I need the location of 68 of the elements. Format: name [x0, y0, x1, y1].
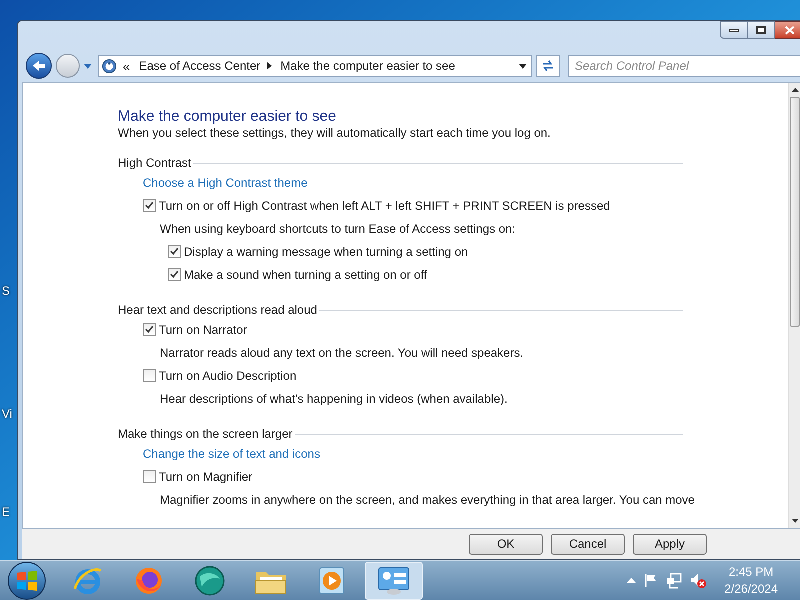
show-hidden-icons-icon[interactable]: [626, 578, 636, 583]
checkbox-label: Display a warning message when turning a setting on: [184, 244, 468, 260]
minimize-button[interactable]: [720, 21, 748, 39]
checkbox[interactable]: [143, 199, 156, 212]
page-title: Make the computer easier to see: [118, 108, 338, 126]
check-icon: [145, 325, 154, 334]
dialog-button[interactable]: Cancel: [551, 534, 625, 554]
description-text: Hear descriptions of what's happening in videos (when available).: [160, 390, 508, 408]
maximize-button[interactable]: [748, 21, 775, 39]
accessibility-icon: [102, 58, 117, 74]
search-input[interactable]: Search Control Panel: [575, 57, 800, 75]
checkbox[interactable]: [143, 470, 156, 483]
checkbox[interactable]: [143, 323, 156, 336]
check-icon: [145, 201, 154, 210]
dropdown-caret-icon[interactable]: [519, 64, 527, 68]
start-button[interactable]: [8, 562, 46, 600]
checkbox-label: Turn on Audio Description: [159, 368, 297, 384]
close-icon: [784, 26, 794, 34]
desktop-icon-label: S: [2, 283, 10, 300]
checkbox[interactable]: [143, 369, 156, 382]
muted-speaker-icon[interactable]: [690, 572, 707, 588]
chevron-right-icon[interactable]: [266, 62, 272, 70]
breadcrumb-item[interactable]: Ease of Access Center: [139, 57, 261, 75]
minimize-icon: [729, 28, 739, 32]
network-icon[interactable]: [666, 572, 682, 588]
globe-icon: [194, 564, 226, 596]
desktop-icon-label: Vi: [2, 406, 12, 423]
clock-date: 2/26/2024: [724, 580, 778, 598]
checkbox[interactable]: [168, 245, 181, 258]
windows-logo-icon: [16, 570, 38, 592]
link[interactable]: Choose a High Contrast theme: [143, 174, 308, 192]
back-button[interactable]: [26, 53, 52, 79]
scroll-thumb[interactable]: [790, 97, 800, 327]
search-field[interactable]: Search Control Panel: [568, 55, 800, 77]
checkbox-label: Turn on or off High Contrast when left ALT + left SHIFT + PRINT SCREEN is pressed: [159, 198, 610, 214]
close-button[interactable]: [775, 21, 800, 39]
scroll-down-icon[interactable]: [792, 519, 798, 523]
scrollbar[interactable]: [788, 83, 800, 528]
description-text: When using keyboard shortcuts to turn Ease of Access settings on:: [160, 220, 516, 238]
description-text: Narrator reads aloud any text on the screen. You will need speakers.: [160, 344, 524, 362]
scroll-up-icon[interactable]: [792, 88, 798, 92]
check-icon: [170, 270, 179, 279]
checkbox-label: Turn on Magnifier: [159, 468, 253, 486]
page-subtitle: When you select these settings, they will automatically start each time you log on.: [118, 126, 552, 141]
maximize-icon: [756, 26, 766, 34]
taskbar-button[interactable]: [365, 562, 423, 600]
address-bar[interactable]: « Ease of Access Center Make the computer easier to see: [98, 55, 532, 77]
breadcrumb-item[interactable]: Make the computer easier to see: [280, 57, 456, 75]
section-heading: High Contrast: [118, 155, 192, 172]
section-heading: Make things on the screen larger: [118, 426, 293, 443]
checkbox[interactable]: [168, 268, 181, 281]
link[interactable]: Change the size of text and icons: [143, 444, 320, 462]
section-heading: Hear text and descriptions read aloud: [118, 302, 318, 319]
desktop-icon-label: E: [2, 504, 10, 521]
overflow-mark[interactable]: «: [123, 60, 130, 72]
dialog-button[interactable]: Apply: [633, 534, 707, 554]
check-icon: [170, 247, 179, 256]
clock-time: 2:45 PM: [728, 564, 774, 580]
checkbox-label: Turn on Narrator: [159, 322, 248, 338]
refresh-button[interactable]: [536, 55, 560, 77]
control-panel-icon: [377, 564, 411, 596]
description-text: Magnifier zooms in anywhere on the screen, and makes everything in that area larger. You can move: [160, 492, 695, 508]
media-player-icon: [317, 564, 347, 596]
flag-icon[interactable]: [644, 573, 658, 588]
back-arrow-icon: [32, 60, 46, 72]
refresh-icon: [541, 60, 555, 72]
checkbox-label: Make a sound when turning a setting on or off: [184, 266, 428, 284]
dialog-button[interactable]: OK: [469, 534, 543, 554]
